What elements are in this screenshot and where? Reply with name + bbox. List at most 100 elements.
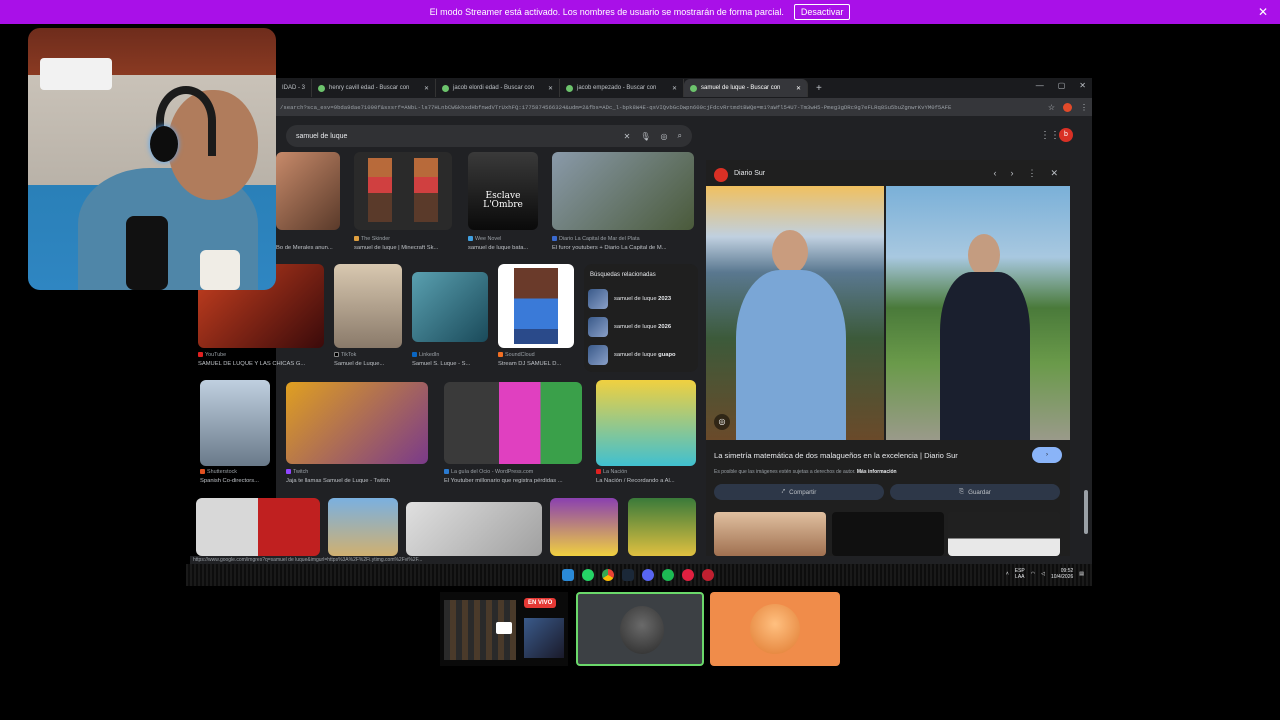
save-button[interactable]: ⎘ Guardar (890, 484, 1060, 500)
extension-icon[interactable] (1063, 102, 1072, 112)
preview-title[interactable]: La simetría matemática de dos malagueños… (714, 451, 1024, 460)
result-source: SoundCloud (498, 352, 576, 358)
result-title[interactable]: El furor youtubers + Diario La Capital d… (552, 245, 696, 251)
tab-1[interactable]: henry cavill edad - Buscar con ✕ (312, 79, 436, 97)
result-image[interactable] (354, 152, 452, 230)
result-title[interactable]: La Nación / Recordando a Al... (596, 478, 696, 484)
participant-card[interactable] (710, 592, 840, 666)
search-box[interactable]: samuel de luque ✕ 🎙 ◎ ⌕ (286, 125, 692, 147)
result-title[interactable]: samuel de luque | Minecraft Sk... (354, 245, 458, 251)
camera-lens-icon[interactable]: ◎ (661, 132, 668, 141)
person-figure (940, 234, 1030, 440)
more-icon[interactable]: ⋮ (1027, 168, 1036, 179)
close-tab-icon[interactable]: ✕ (796, 85, 801, 92)
result-image[interactable] (550, 498, 618, 556)
lens-search-icon[interactable]: ◎ (714, 414, 730, 430)
preview-source[interactable]: Diario Sur (734, 170, 765, 177)
result-title[interactable]: Spanish Co-directors... (200, 478, 278, 484)
result-title[interactable]: Samuel S. Luque - S... (412, 361, 490, 367)
tab-2[interactable]: jacob elordi edad - Buscar con ✕ (436, 79, 560, 97)
related-thumb (588, 289, 608, 309)
related-search-item[interactable]: samuel de luque guapo (588, 344, 696, 366)
microphone-icon[interactable]: 🎙 (640, 132, 650, 141)
tab-4[interactable]: samuel de luque - Buscar con ✕ (684, 79, 808, 97)
deactivate-button[interactable]: Desactivar (793, 4, 851, 20)
scrollbar[interactable] (1084, 490, 1088, 534)
preview-image-right (886, 186, 1070, 440)
url-field[interactable]: /search?sca_esv=9bda9dae71090f&sxsrf=ANb… (280, 104, 1030, 111)
result-title[interactable]: Stream DJ SAMUEL D... (498, 361, 576, 367)
chevron-right-icon[interactable]: › (1010, 168, 1013, 179)
volume-icon[interactable]: ◁ (1041, 571, 1045, 577)
menu-dots-icon[interactable]: ⋮ (1080, 103, 1088, 112)
result-image[interactable] (196, 498, 320, 556)
close-icon[interactable]: ✕ (1258, 5, 1268, 19)
preview-image[interactable] (706, 186, 1070, 440)
microphone (126, 216, 168, 290)
bookmark-star-icon[interactable]: ☆ (1048, 103, 1055, 112)
result-title[interactable]: samuel de luque bata... (468, 245, 544, 251)
related-search-item[interactable]: samuel de luque 2026 (588, 316, 696, 338)
tab-0[interactable]: IDAD - 3 (276, 79, 312, 97)
chevron-left-icon[interactable]: ‹ (993, 168, 996, 179)
search-icon[interactable]: ⌕ (678, 131, 682, 141)
related-search-item[interactable]: samuel de luque 2023 (588, 288, 696, 310)
discord-icon[interactable] (642, 569, 654, 581)
result-image[interactable] (200, 380, 270, 466)
result-title[interactable]: El Youtuber millonario que registra pérd… (444, 478, 584, 484)
close-preview-icon[interactable]: ✕ (1050, 168, 1058, 179)
result-image[interactable] (406, 502, 542, 556)
result-image[interactable] (444, 382, 582, 464)
clock[interactable]: 09:52 10/4/2026 (1051, 568, 1073, 580)
spotify-icon[interactable] (662, 569, 674, 581)
clear-icon[interactable]: ✕ (624, 132, 631, 141)
related-image[interactable] (948, 512, 1060, 556)
result-image[interactable] (628, 498, 696, 556)
chrome-icon[interactable] (602, 569, 614, 581)
new-tab-button[interactable]: + (808, 83, 830, 94)
close-window-icon[interactable]: ✕ (1079, 81, 1086, 90)
result-image[interactable] (412, 272, 488, 342)
result-title[interactable]: Jaja te llamas Samuel de Luque - Twitch (286, 478, 426, 484)
related-image[interactable] (832, 512, 944, 556)
result-image[interactable] (552, 152, 694, 230)
apps-grid-icon[interactable]: ⋮⋮ (1040, 130, 1060, 141)
preview-image-left (706, 186, 884, 440)
result-title[interactable]: Samuel de Luque... (334, 361, 402, 367)
result-title[interactable]: SAMUEL DE LUQUE Y LAS CHICAS G... (198, 361, 324, 367)
chevron-up-icon[interactable]: ˄ (1006, 571, 1009, 577)
result-image[interactable] (596, 380, 696, 466)
result-image[interactable] (328, 498, 398, 556)
language-indicator[interactable]: ESP LAA (1015, 568, 1025, 580)
close-tab-icon[interactable]: ✕ (424, 85, 429, 92)
participant-card[interactable] (576, 592, 704, 666)
related-image[interactable] (714, 512, 826, 556)
result-image[interactable] (498, 264, 574, 348)
result-image[interactable] (286, 382, 428, 464)
avatar[interactable]: b (1059, 128, 1073, 142)
notification-icon[interactable]: ▤ (1079, 571, 1084, 577)
window-controls: — ▢ ✕ (1036, 81, 1086, 90)
close-tab-icon[interactable]: ✕ (548, 85, 553, 92)
windows-start-icon[interactable] (562, 569, 574, 581)
tab-label: henry cavill edad - Buscar con (329, 85, 410, 91)
result-image[interactable] (276, 152, 340, 230)
more-info-link[interactable]: Más información (857, 469, 897, 475)
result-image[interactable]: Esclave L'Ombre (468, 152, 538, 230)
tab-label: IDAD - 3 (282, 85, 306, 91)
app-icon[interactable] (682, 569, 694, 581)
result-image[interactable] (334, 264, 402, 348)
tab-3[interactable]: jacob empezado - Buscar con ✕ (560, 79, 684, 97)
wifi-icon[interactable]: ◠ (1031, 571, 1035, 577)
steam-icon[interactable] (622, 569, 634, 581)
result-source: YouTube (198, 352, 324, 358)
result-title[interactable]: Bo de Merales anun... (276, 245, 342, 251)
whatsapp-icon[interactable] (582, 569, 594, 581)
visit-button[interactable]: › (1032, 447, 1062, 463)
maximize-icon[interactable]: ▢ (1058, 81, 1066, 90)
close-tab-icon[interactable]: ✕ (672, 85, 677, 92)
minimize-icon[interactable]: — (1036, 81, 1044, 90)
share-button[interactable]: ⤤ Compartir (714, 484, 884, 500)
app-icon[interactable] (702, 569, 714, 581)
search-input[interactable]: samuel de luque (296, 133, 347, 140)
